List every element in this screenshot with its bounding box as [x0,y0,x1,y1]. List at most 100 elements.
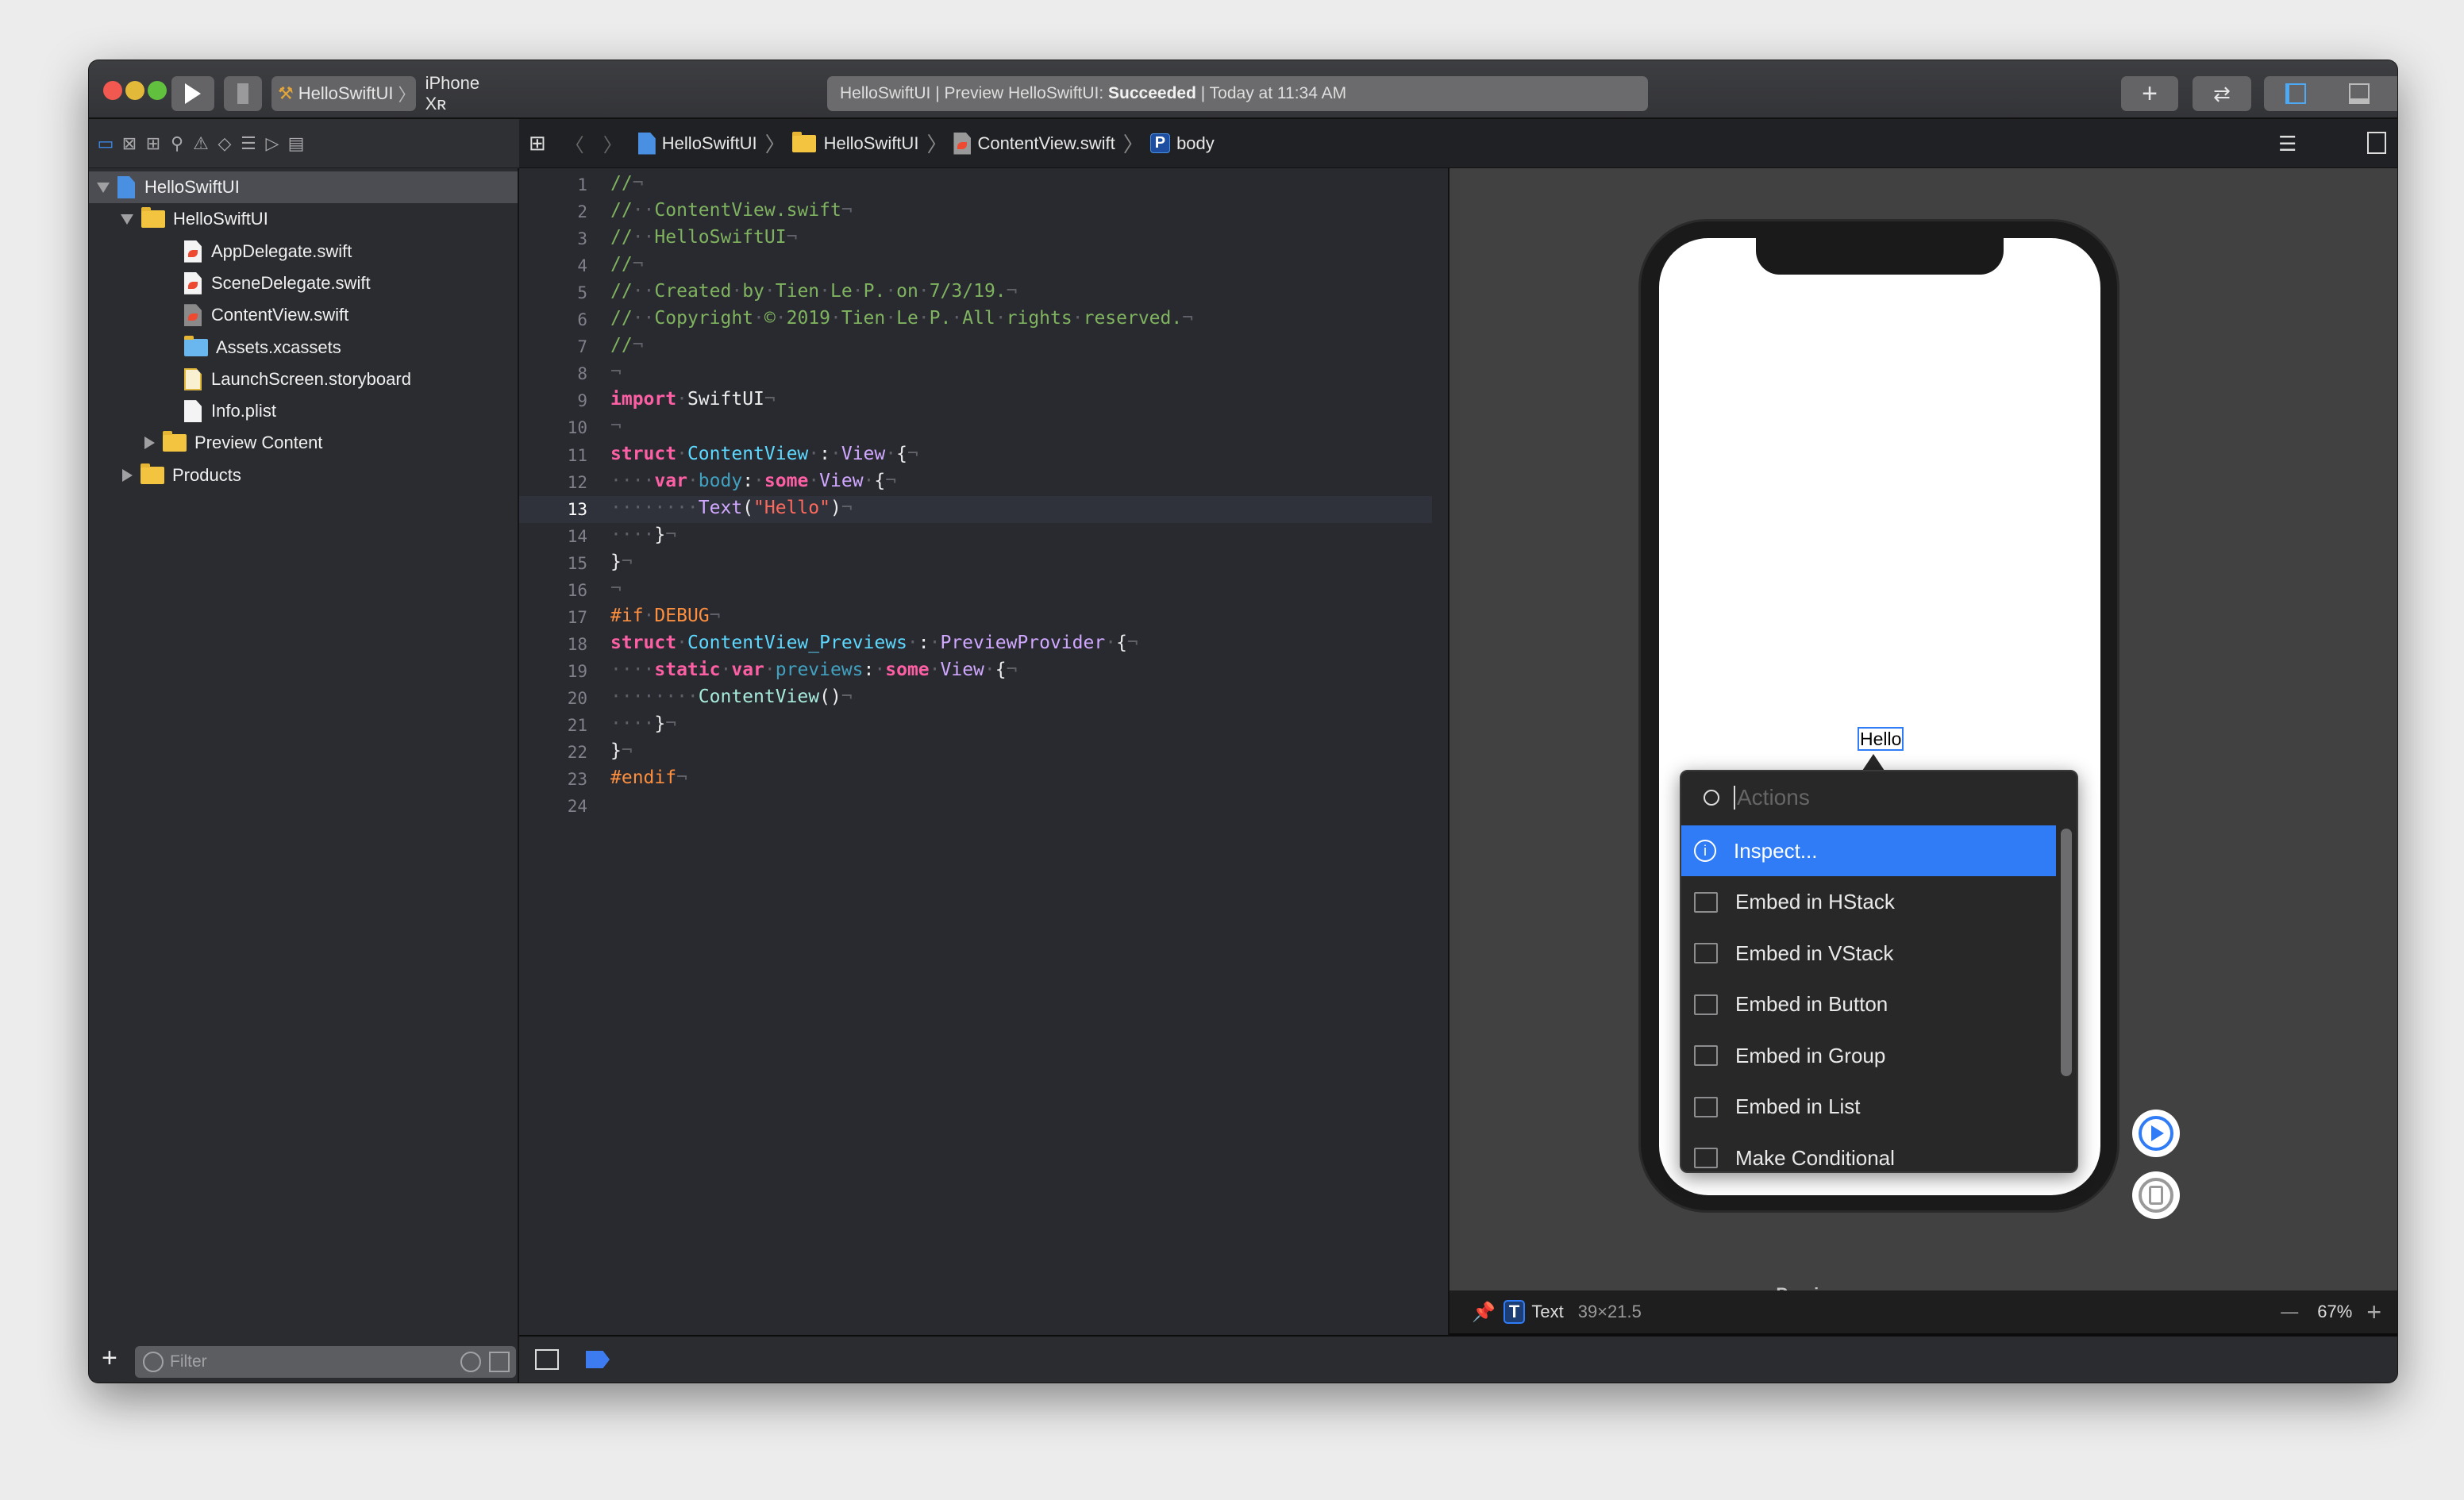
code-line[interactable]: }¬ [610,740,633,761]
code-token: body [698,470,743,491]
library-button[interactable]: + [2121,76,2178,111]
add-editor-icon[interactable] [2367,132,2386,154]
code-line[interactable]: #endif¬ [610,767,687,788]
code-line[interactable]: //··HelloSwiftUI¬ [610,227,797,248]
code-line[interactable]: ····}¬ [610,525,676,545]
disclosure-open-icon[interactable] [97,182,110,193]
code-line[interactable]: ¬ [610,579,622,599]
action-item[interactable]: Embed in List [1681,1082,2056,1133]
action-item[interactable]: Make Conditional [1681,1133,2056,1171]
code-token: Text [698,497,743,518]
code-line[interactable]: ¬ [610,416,622,437]
action-item[interactable]: Embed in HStack [1681,877,2056,928]
folder-navigator-icon[interactable]: ▭ [95,133,116,154]
find-icon[interactable]: ⚲ [167,133,187,154]
code-line[interactable]: //¬ [610,173,644,194]
test-icon[interactable]: ◇ [214,133,235,154]
symbol-navigator-icon[interactable]: ⊞ [143,133,164,154]
file-tree-item[interactable]: LaunchScreen.storyboard [89,363,518,395]
disclosure-open-icon[interactable] [121,213,133,225]
file-tree-item[interactable]: Preview Content [89,427,518,459]
breadcrumb-folder[interactable]: HelloSwiftUI [791,131,918,154]
zoom-out-button[interactable]: — [2281,1302,2298,1322]
file-tree-item[interactable]: ContentView.swift [89,299,518,331]
code-line[interactable]: import·SwiftUI¬ [610,389,776,410]
code-editor[interactable]: 1//¬ 2//··ContentView.swift¬ 3//··HelloSwi… [519,168,1448,1335]
action-item[interactable]: Embed in Button [1681,979,2056,1030]
code-line[interactable]: ¬ [610,362,622,383]
disclosure-closed-icon[interactable] [144,437,155,450]
hide-debug-area-icon[interactable] [535,1349,559,1370]
source-control-icon[interactable]: ⊠ [119,133,140,154]
breadcrumb-project[interactable]: HelloSwiftUI [637,132,757,155]
run-button[interactable] [171,76,214,111]
filter-input[interactable]: Filter [135,1346,516,1378]
live-preview-button[interactable] [2132,1110,2180,1157]
code-line[interactable]: //¬ [610,254,644,275]
navigator-toggle-icon[interactable] [2285,83,2306,104]
action-item[interactable]: Embed in VStack [1681,928,2056,979]
code-token: © [764,308,776,329]
code-line[interactable]: }¬ [610,552,633,572]
code-line[interactable]: struct·ContentView·:·View·{¬ [610,444,918,464]
code-line[interactable]: //··Copyright·©·2019·Tien·Le·P.·All·righ… [610,308,1193,329]
pin-icon[interactable]: 📌 [1472,1301,1496,1324]
disclosure-closed-icon[interactable] [122,468,133,482]
close-button[interactable] [103,81,122,100]
code-line[interactable]: ········ContentView()¬ [610,687,853,707]
code-token: ···· [610,713,655,734]
code-token: rights [1006,308,1072,329]
scheme-selector[interactable]: ⚒ HelloSwiftUI 〉 iPhone Xʀ [271,73,479,113]
zoom-in-button[interactable]: + [2366,1298,2381,1327]
breakpoints-toggle-icon[interactable] [586,1351,610,1368]
button-icon [1694,994,1718,1015]
minimize-button[interactable] [125,81,144,100]
code-token: ¬ [841,497,853,518]
file-tree-item[interactable]: Info.plist [89,395,518,427]
play-circle-icon [2139,1116,2173,1151]
hello-text-selected[interactable]: Hello [1858,727,1904,751]
zoom-level[interactable]: 67% [2317,1302,2352,1322]
code-line[interactable]: //··ContentView.swift¬ [610,200,853,221]
code-token: · [676,443,687,464]
code-line[interactable]: //··Created·by·Tien·Le·P.·on·7/3/19.¬ [610,281,1018,302]
code-line[interactable]: ····static·var·previews:·some·View·{¬ [610,660,1017,680]
code-line[interactable]: #if·DEBUG¬ [610,606,721,626]
back-button[interactable]: 〈 [565,129,584,157]
breadcrumb-symbol[interactable]: Pbody [1149,133,1215,154]
report-icon[interactable]: ▤ [286,133,306,154]
actions-search-field[interactable]: Actions [1681,771,2077,824]
warning-icon[interactable]: ⚠ [191,133,211,154]
file-tree-item[interactable]: Assets.xcassets [89,332,518,363]
breakpoint-icon[interactable]: ▷ [262,133,283,154]
action-item[interactable]: i Inspect... [1681,825,2056,876]
breadcrumb-file[interactable]: ContentView.swift [953,132,1115,155]
code-line[interactable]: ····}¬ [610,713,676,734]
file-tree-item[interactable]: HelloSwiftUI [89,203,518,235]
debug-area-toggle-icon[interactable] [2349,83,2370,104]
zoom-button[interactable] [148,81,167,100]
code-line[interactable]: ····var·body:·some·View·{¬ [610,471,896,491]
stop-button[interactable] [224,76,262,111]
recent-files-icon[interactable] [460,1352,481,1372]
preview-on-device-button[interactable] [2132,1171,2180,1219]
file-tree-item[interactable]: AppDelegate.swift [89,236,518,267]
file-tree-item[interactable]: Products [89,460,518,491]
source-control-filter-icon[interactable] [489,1352,510,1372]
code-line[interactable]: struct·ContentView_Previews·:·PreviewPro… [610,633,1138,653]
actions-scrollbar[interactable] [2061,829,2072,1076]
code-line[interactable]: ········Text("Hello")¬ [610,498,853,518]
text-cursor [1734,786,1735,810]
code-line[interactable]: //¬ [610,335,644,356]
debug-icon[interactable]: ☰ [238,133,259,154]
add-file-button[interactable]: + [102,1343,117,1374]
forward-button[interactable]: 〉 [603,129,622,157]
action-item[interactable]: Embed in Group [1681,1030,2056,1081]
related-items-icon[interactable]: ⊞ [529,131,546,156]
editor-options-icon[interactable]: ☰ [2278,132,2297,156]
code-token: by [742,281,764,302]
line-number: 1 [577,175,587,194]
code-review-button[interactable]: ⇄ [2193,76,2251,111]
file-tree-item[interactable]: HelloSwiftUI [89,171,518,203]
file-tree-item[interactable]: SceneDelegate.swift [89,267,518,299]
